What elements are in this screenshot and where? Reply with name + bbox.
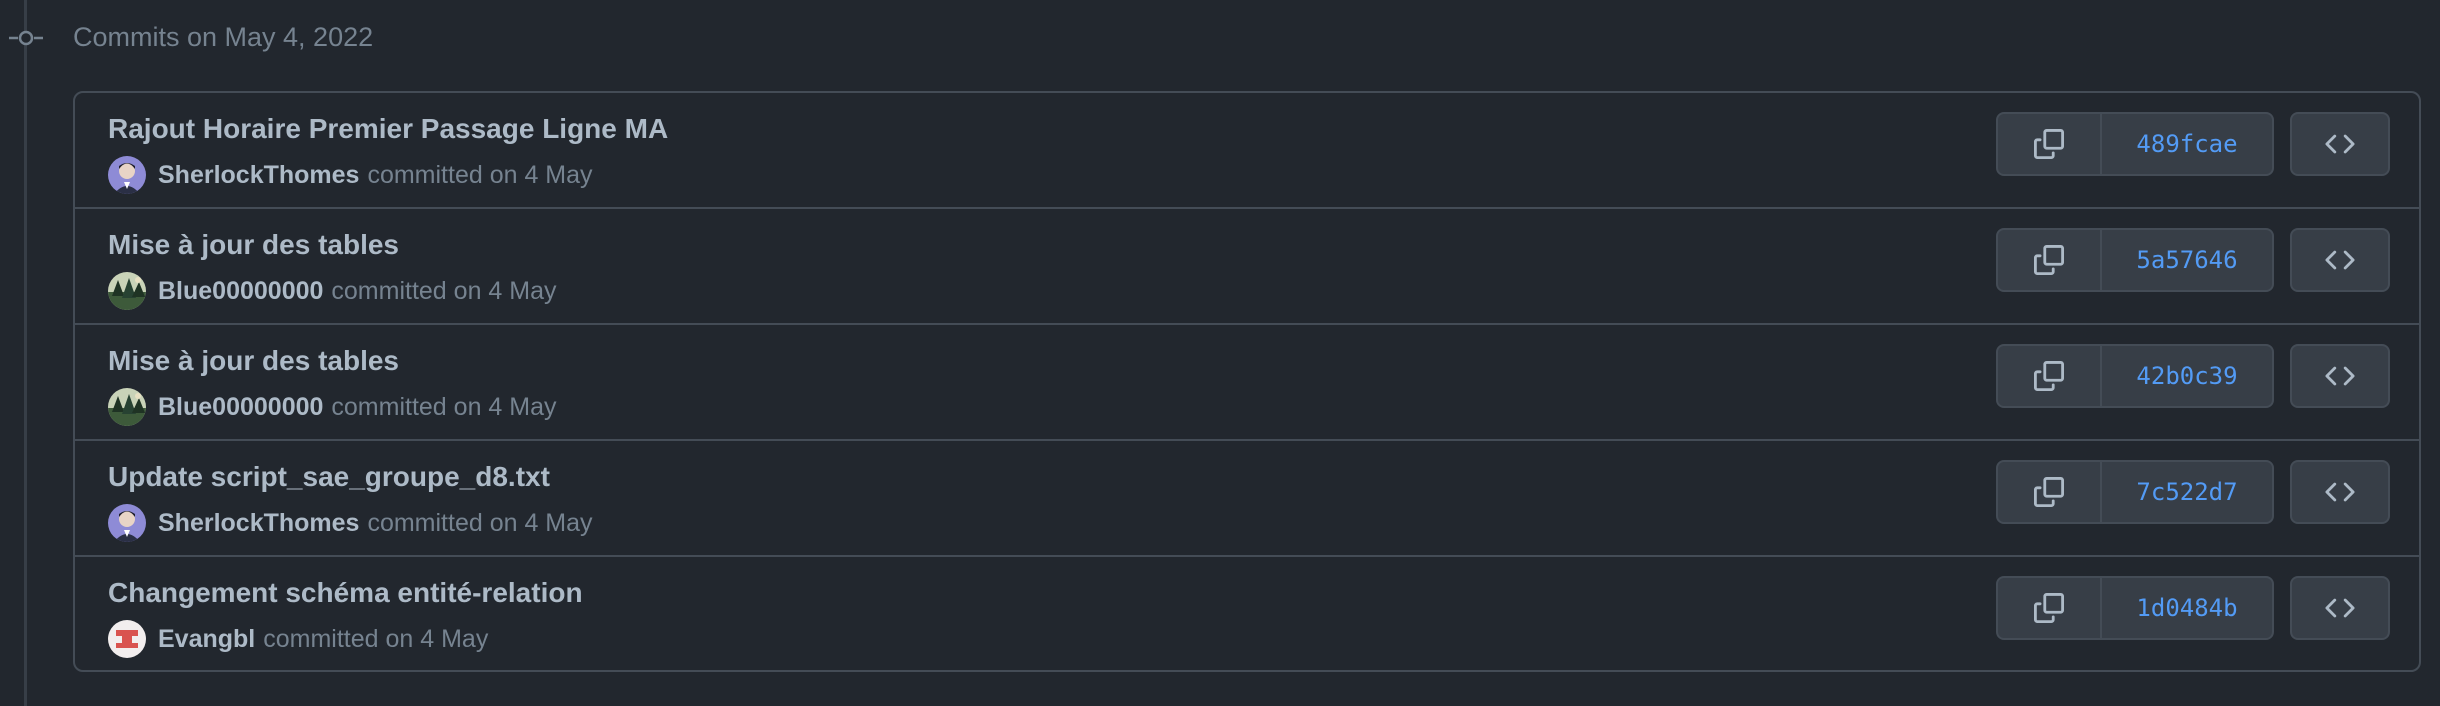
commit-title-link[interactable]: Mise à jour des tables — [108, 227, 399, 263]
commit-date-text: committed on 4 May — [367, 508, 593, 537]
code-icon — [2325, 598, 2355, 618]
avatar[interactable] — [108, 156, 146, 194]
commit-title-link[interactable]: Changement schéma entité-relation — [108, 575, 583, 611]
git-commit-icon — [9, 26, 43, 50]
commit-row: Changement schéma entité-relation Evangb… — [75, 557, 2419, 670]
copy-sha-button[interactable] — [1998, 346, 2102, 406]
commit-date-text: committed on 4 May — [331, 276, 557, 305]
commit-list: Rajout Horaire Premier Passage Ligne MA … — [73, 91, 2421, 672]
commit-sha-button-group: 489fcae — [1996, 112, 2274, 176]
commit-author-link[interactable]: SherlockThomes — [158, 161, 359, 190]
code-icon — [2325, 250, 2355, 270]
commit-sha-button-group: 42b0c39 — [1996, 344, 2274, 408]
commit-sha-link[interactable]: 1d0484b — [2102, 578, 2272, 638]
avatar[interactable] — [108, 388, 146, 426]
browse-repo-button[interactable] — [2290, 228, 2390, 292]
commit-sha-link[interactable]: 489fcae — [2102, 114, 2272, 174]
commit-sha-link[interactable]: 42b0c39 — [2102, 346, 2272, 406]
avatar[interactable] — [108, 620, 146, 658]
copy-icon — [2034, 245, 2064, 275]
commit-sha-button-group: 7c522d7 — [1996, 460, 2274, 524]
commit-author-link[interactable]: Blue00000000 — [158, 277, 323, 306]
browse-repo-button[interactable] — [2290, 112, 2390, 176]
commit-row: Mise à jour des tables Blue00000000 comm… — [75, 209, 2419, 325]
commit-author-link[interactable]: Blue00000000 — [158, 393, 323, 422]
commit-row: Update script_sae_groupe_d8.txt Sherlock… — [75, 441, 2419, 557]
code-icon — [2325, 134, 2355, 154]
commit-group-heading: Commits on May 4, 2022 — [73, 22, 374, 52]
copy-icon — [2034, 477, 2064, 507]
commit-date-text: committed on 4 May — [331, 392, 557, 421]
commit-sha-button-group: 1d0484b — [1996, 576, 2274, 640]
commit-title-link[interactable]: Update script_sae_groupe_d8.txt — [108, 459, 550, 495]
code-icon — [2325, 482, 2355, 502]
commit-date-text: committed on 4 May — [367, 160, 593, 189]
copy-sha-button[interactable] — [1998, 230, 2102, 290]
browse-repo-button[interactable] — [2290, 460, 2390, 524]
copy-icon — [2034, 593, 2064, 623]
commit-sha-button-group: 5a57646 — [1996, 228, 2274, 292]
browse-repo-button[interactable] — [2290, 344, 2390, 408]
commit-title-link[interactable]: Rajout Horaire Premier Passage Ligne MA — [108, 111, 668, 147]
commits-page: Commits on May 4, 2022 Rajout Horaire Pr… — [0, 0, 2440, 706]
commit-meta: SherlockThomes committed on 4 May — [108, 155, 593, 195]
copy-sha-button[interactable] — [1998, 462, 2102, 522]
commit-author-link[interactable]: SherlockThomes — [158, 509, 359, 538]
commit-meta: Blue00000000 committed on 4 May — [108, 271, 557, 311]
commit-title-link[interactable]: Mise à jour des tables — [108, 343, 399, 379]
commit-author-link[interactable]: Evangbl — [158, 625, 255, 654]
commit-meta: Blue00000000 committed on 4 May — [108, 387, 557, 427]
commit-date-text: committed on 4 May — [263, 624, 489, 653]
commit-row: Rajout Horaire Premier Passage Ligne MA … — [75, 93, 2419, 209]
commit-sha-link[interactable]: 7c522d7 — [2102, 462, 2272, 522]
code-icon — [2325, 366, 2355, 386]
copy-sha-button[interactable] — [1998, 578, 2102, 638]
avatar[interactable] — [108, 504, 146, 542]
copy-sha-button[interactable] — [1998, 114, 2102, 174]
avatar[interactable] — [108, 272, 146, 310]
browse-repo-button[interactable] — [2290, 576, 2390, 640]
commit-row: Mise à jour des tables Blue00000000 comm… — [75, 325, 2419, 441]
timeline-line — [24, 0, 27, 706]
commit-meta: SherlockThomes committed on 4 May — [108, 503, 593, 543]
commit-sha-link[interactable]: 5a57646 — [2102, 230, 2272, 290]
copy-icon — [2034, 129, 2064, 159]
commit-meta: Evangbl committed on 4 May — [108, 619, 488, 659]
copy-icon — [2034, 361, 2064, 391]
